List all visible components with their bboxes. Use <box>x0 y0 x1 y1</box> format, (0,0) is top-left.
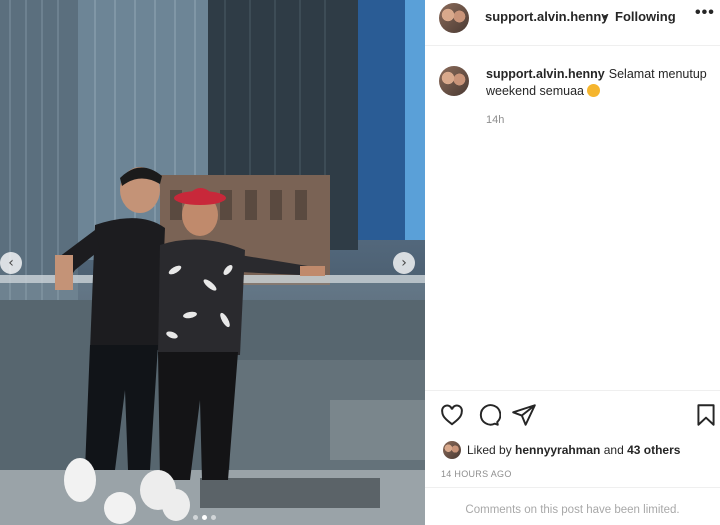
heart-icon[interactable] <box>439 402 465 428</box>
avatar[interactable] <box>439 3 469 33</box>
bookmark-icon[interactable] <box>693 402 719 428</box>
carousel-dots <box>193 515 216 520</box>
ellipsis-icon[interactable]: ••• <box>695 4 715 22</box>
carousel-dot-active <box>202 515 207 520</box>
carousel-prev-button[interactable]: ‹ <box>0 252 22 274</box>
post-caption: support.alvin.henny Selamat menutup weeke… <box>486 66 711 100</box>
carousel-next-button[interactable]: › <box>393 252 415 274</box>
caption-username[interactable]: support.alvin.henny <box>486 67 605 81</box>
divider <box>425 487 720 488</box>
comments-limited-notice: Comments on this post have been limited. <box>465 504 680 516</box>
divider <box>425 390 720 391</box>
following-button[interactable]: Following <box>615 9 676 24</box>
likes-summary[interactable]: Liked by hennyyrahman and 43 others <box>467 443 680 457</box>
carousel-dot <box>211 515 216 520</box>
likes-prefix: Liked by <box>467 443 516 457</box>
comment-icon[interactable] <box>475 402 501 428</box>
post-sidebar: support.alvin.henny • Following ••• supp… <box>425 0 720 525</box>
smiling-face-icon <box>586 84 600 97</box>
post-timestamp[interactable]: 14 HOURS AGO <box>441 469 512 479</box>
caption-avatar[interactable] <box>439 66 469 96</box>
header-username[interactable]: support.alvin.henny <box>485 9 609 24</box>
carousel-dot <box>193 515 198 520</box>
header-separator: • <box>603 9 608 24</box>
liker-username[interactable]: hennyyrahman <box>515 443 600 457</box>
likes-middle: and <box>600 443 628 457</box>
likes-others-link[interactable]: 43 others <box>627 443 680 457</box>
post-photo[interactable]: ‹ › <box>0 0 425 525</box>
photo-scene <box>0 0 425 525</box>
paper-plane-icon[interactable] <box>511 402 537 428</box>
relative-time: 14h <box>486 114 505 126</box>
post-header: support.alvin.henny • Following ••• <box>425 0 720 46</box>
liker-avatar[interactable] <box>443 441 461 459</box>
